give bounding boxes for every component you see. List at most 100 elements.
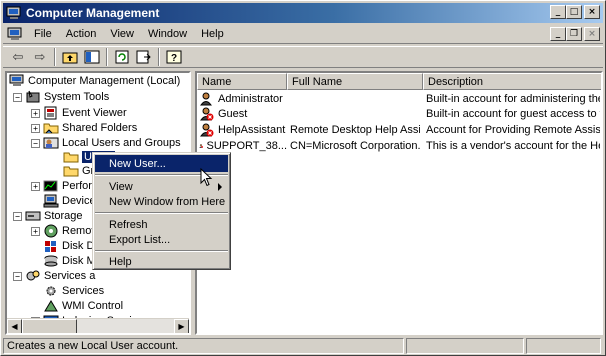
refresh-icon [115, 50, 129, 64]
tree-item-services[interactable]: Services [43, 284, 104, 298]
minimize-button[interactable]: _ [550, 5, 566, 19]
tree-label: Event Viewer [62, 107, 127, 119]
folder-icon [63, 152, 79, 163]
user-description: Built-in account for guest access to t..… [426, 108, 600, 120]
menu-view[interactable]: View [103, 28, 141, 40]
user-full-name: CN=Microsoft Corporation... [290, 140, 420, 152]
mdi-minimize-button[interactable]: _ [550, 27, 566, 41]
collapse-icon[interactable]: − [31, 138, 40, 148]
refresh-button[interactable] [111, 47, 133, 67]
tree-label: Shared Folders [62, 122, 138, 134]
up-one-level-button[interactable] [59, 47, 81, 67]
computer-management-icon [6, 6, 21, 19]
defrag-icon [45, 241, 56, 252]
right-arrow-icon: ▶ [178, 322, 185, 331]
app-window: Computer Management _ □ × File Action Vi… [0, 0, 606, 356]
maximize-button[interactable]: □ [566, 5, 582, 19]
disabled-user-icon [199, 144, 204, 148]
table-row[interactable]: Guest Built-in account for guest access … [197, 107, 601, 121]
expand-icon[interactable]: + [31, 181, 40, 191]
folder-icon [63, 166, 79, 177]
menu-item-new-window[interactable]: New Window from Here [95, 193, 228, 210]
mouse-cursor-icon [200, 168, 213, 187]
back-arrow-icon: ⇦ [12, 49, 24, 64]
scroll-left-button[interactable]: ◀ [7, 319, 22, 333]
user-description: Account for Providing Remote Assist... [426, 124, 600, 136]
export-list-button[interactable] [133, 47, 155, 67]
help-button[interactable]: ? [163, 47, 185, 67]
tree-item-groups[interactable]: Gr [63, 164, 94, 178]
tree-item-device-manager[interactable]: Device [43, 194, 96, 208]
scroll-right-button[interactable]: ▶ [174, 319, 189, 333]
tree-item-disk-defragmenter[interactable]: Disk D [43, 239, 94, 253]
tree-label: Local Users and Groups [62, 137, 181, 149]
column-header-description[interactable]: Description [423, 73, 601, 90]
tree-item-services-applications[interactable]: − Services a [13, 269, 95, 283]
menu-window[interactable]: Window [141, 28, 194, 40]
window-title: Computer Management [26, 6, 160, 20]
close-button[interactable]: × [584, 5, 600, 19]
mdi-child-icon[interactable] [7, 27, 23, 41]
column-header-name[interactable]: Name [197, 73, 287, 90]
system-tools-icon [26, 90, 40, 103]
expand-icon[interactable]: + [31, 226, 40, 236]
local-users-icon [43, 137, 59, 149]
tree-item-shared-folders[interactable]: + Shared Folders [31, 121, 137, 135]
show-hide-tree-button[interactable] [81, 47, 103, 67]
submenu-arrow-icon [218, 183, 222, 191]
table-row[interactable]: HelpAssistant Remote Desktop Help Assi..… [197, 123, 601, 137]
menu-item-export-list[interactable]: Export List... [95, 231, 228, 248]
tree-horizontal-scrollbar[interactable]: ◀ ▶ [7, 318, 189, 333]
user-full-name: Remote Desktop Help Assi... [290, 124, 420, 136]
expand-icon[interactable]: + [31, 123, 40, 133]
services-gear-icon [46, 286, 56, 296]
performance-icon [43, 180, 58, 192]
toolbar-separator [158, 48, 160, 66]
collapse-icon[interactable]: − [13, 211, 22, 221]
mdi-restore-button[interactable]: ❐ [566, 27, 582, 41]
menu-action[interactable]: Action [59, 28, 104, 40]
tree-label: System Tools [44, 91, 110, 103]
table-row[interactable]: SUPPORT_38... CN=Microsoft Corporation..… [197, 139, 601, 153]
tree-item-disk-management[interactable]: Disk M [43, 254, 96, 268]
services-apps-icon [26, 270, 40, 281]
user-description: Built-in account for administering the..… [426, 93, 600, 105]
tree-item-local-users-groups[interactable]: − Local Users and Groups [31, 136, 181, 150]
export-icon [136, 50, 151, 64]
status-bar: Creates a new Local User account. [3, 338, 603, 354]
tree-item-performance[interactable]: + Perfor [31, 179, 92, 193]
tree-item-storage[interactable]: − Storage [13, 209, 83, 223]
tree-item-removable-storage[interactable]: + Remov [31, 224, 97, 238]
device-manager-icon [43, 194, 59, 208]
menu-help[interactable]: Help [194, 28, 231, 40]
collapse-icon[interactable]: − [13, 92, 22, 102]
event-viewer-icon [44, 106, 57, 120]
computer-management-icon [9, 74, 24, 86]
tree-item-event-viewer[interactable]: + Event Viewer [31, 106, 127, 120]
title-bar[interactable]: Computer Management _ □ × [3, 3, 603, 23]
removable-storage-icon [44, 224, 58, 238]
forward-button[interactable]: ⇨ [29, 47, 51, 67]
tree-label: Device [62, 195, 96, 207]
tree-item-wmi-control[interactable]: WMI Control [43, 299, 123, 313]
user-description: This is a vendor's account for the He... [426, 140, 600, 152]
menu-separator [95, 250, 228, 252]
left-arrow-icon: ◀ [11, 322, 18, 331]
menu-item-help[interactable]: Help [95, 254, 228, 269]
toolbar: ⇦ ⇨ ? [3, 46, 603, 68]
user-icon [200, 92, 212, 106]
menu-file[interactable]: File [27, 28, 59, 40]
user-name: Administrator [218, 93, 283, 105]
table-row[interactable]: Administrator Built-in account for admin… [197, 92, 601, 106]
console-tree-icon [84, 50, 100, 64]
column-header-full-name[interactable]: Full Name [287, 73, 423, 90]
back-button[interactable]: ⇦ [7, 47, 29, 67]
collapse-icon[interactable]: − [13, 271, 22, 281]
mdi-close-button[interactable]: × [584, 27, 600, 41]
user-name: HelpAssistant [218, 124, 286, 136]
tree-item-root[interactable]: Computer Management (Local) [9, 74, 180, 88]
tree-item-system-tools[interactable]: − System Tools [13, 90, 109, 104]
up-folder-icon [62, 52, 78, 64]
scroll-thumb[interactable] [22, 319, 77, 333]
expand-icon[interactable]: + [31, 108, 40, 118]
